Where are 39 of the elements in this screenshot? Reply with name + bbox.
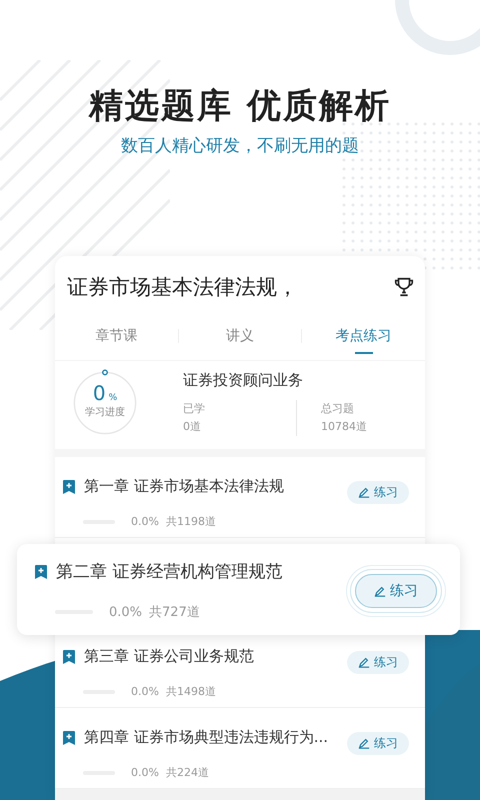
- percent-unit: %: [108, 393, 118, 403]
- course-title: 证券市场基本法律法规，: [67, 274, 298, 301]
- chapter-title: 第四章 证券市场典型违法违规行为...: [84, 728, 328, 747]
- headline: 精选题库 优质解析: [89, 85, 391, 128]
- bookmark-icon: [63, 650, 75, 664]
- question-count: 共727道: [149, 604, 200, 621]
- chapter-percent: 0.0%: [109, 604, 142, 620]
- progress-label: 学习进度: [85, 406, 125, 419]
- subject-name: 证券投资顾问业务: [183, 370, 304, 390]
- bookmark-icon: [63, 480, 75, 494]
- bookmark-icon: [35, 564, 47, 578]
- subtitle: 数百人精心研发，不刷无用的题: [121, 135, 359, 158]
- stat-value: 10784道: [321, 418, 368, 434]
- stat-label: 已学: [183, 400, 206, 416]
- tab[interactable]: 考点练习: [302, 312, 426, 360]
- tab[interactable]: 讲义: [178, 312, 302, 360]
- pen-icon: [358, 486, 370, 498]
- stat-value: 0道: [183, 418, 202, 434]
- chapter-title: 第三章 证券公司业务规范: [84, 647, 254, 666]
- practice-button[interactable]: 练习: [347, 732, 409, 754]
- trophy-icon[interactable]: [393, 276, 415, 298]
- bookmark-icon: [63, 730, 75, 744]
- chapter-percent: 0.0%: [131, 685, 159, 698]
- question-count: 共1198道: [166, 514, 216, 529]
- question-count: 共224道: [166, 765, 209, 780]
- tab[interactable]: 章节课: [55, 312, 178, 360]
- chapter-title: 第一章 证券市场基本法律法规: [84, 477, 284, 496]
- progress-value: 0: [92, 381, 106, 405]
- chapter-title: 第二章 证券经营机构管理规范: [56, 561, 282, 583]
- pen-icon: [358, 737, 370, 749]
- practice-button[interactable]: 练习: [355, 574, 437, 608]
- pen-icon: [358, 656, 370, 668]
- chapter-percent: 0.0%: [131, 515, 159, 528]
- chapter-percent: 0.0%: [131, 766, 159, 779]
- pen-icon: [374, 584, 386, 596]
- practice-button[interactable]: 练习: [347, 650, 409, 674]
- question-count: 共1498道: [166, 684, 216, 699]
- stat-label: 总习题: [321, 400, 355, 416]
- practice-button[interactable]: 练习: [347, 480, 409, 504]
